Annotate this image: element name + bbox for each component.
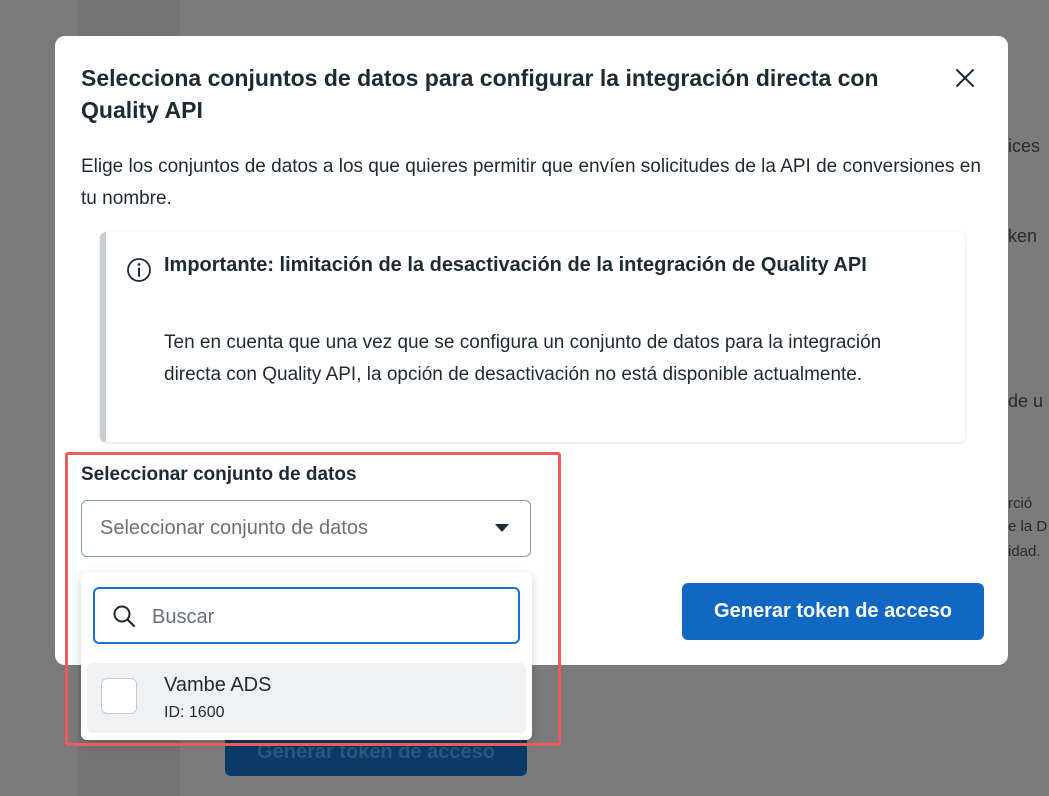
- dataset-select-placeholder: Seleccionar conjunto de datos: [100, 517, 368, 539]
- search-field[interactable]: [93, 587, 520, 644]
- background-text: ken: [1008, 226, 1038, 246]
- notice-body: Ten en cuenta que una vez que se configu…: [164, 332, 882, 385]
- dataset-name: Vambe ADS: [164, 674, 272, 696]
- close-button[interactable]: [951, 64, 979, 92]
- dataset-option[interactable]: Vambe ADS ID: 1600: [87, 663, 526, 733]
- dataset-checkbox[interactable]: [101, 678, 137, 714]
- generate-token-button[interactable]: Generar token de acceso: [682, 583, 984, 640]
- modal-description: Elige los conjuntos de datos a los que q…: [81, 156, 981, 209]
- background-text: ices: [1008, 136, 1041, 156]
- important-notice: Importante: limitación de la desactivaci…: [100, 232, 965, 442]
- search-input[interactable]: [150, 599, 504, 635]
- dataset-selection-modal: Selecciona conjuntos de datos para confi…: [55, 36, 1008, 665]
- background-text: rció: [1008, 495, 1033, 512]
- info-icon: [127, 258, 151, 282]
- caret-down-icon: [495, 524, 509, 532]
- dataset-select[interactable]: Seleccionar conjunto de datos: [81, 500, 531, 557]
- dataset-dropdown: Vambe ADS ID: 1600: [81, 572, 532, 740]
- dataset-select-label: Seleccionar conjunto de datos: [81, 464, 357, 485]
- background-text: e la D: [1008, 518, 1048, 535]
- background-text: idad.: [1008, 543, 1041, 560]
- search-icon: [113, 605, 136, 628]
- modal-title: Selecciona conjuntos de datos para confi…: [81, 65, 879, 123]
- dataset-id: ID: 1600: [164, 704, 225, 721]
- background-text: de u: [1008, 391, 1044, 411]
- notice-title: Importante: limitación de la desactivaci…: [164, 254, 867, 276]
- close-icon: [956, 69, 974, 87]
